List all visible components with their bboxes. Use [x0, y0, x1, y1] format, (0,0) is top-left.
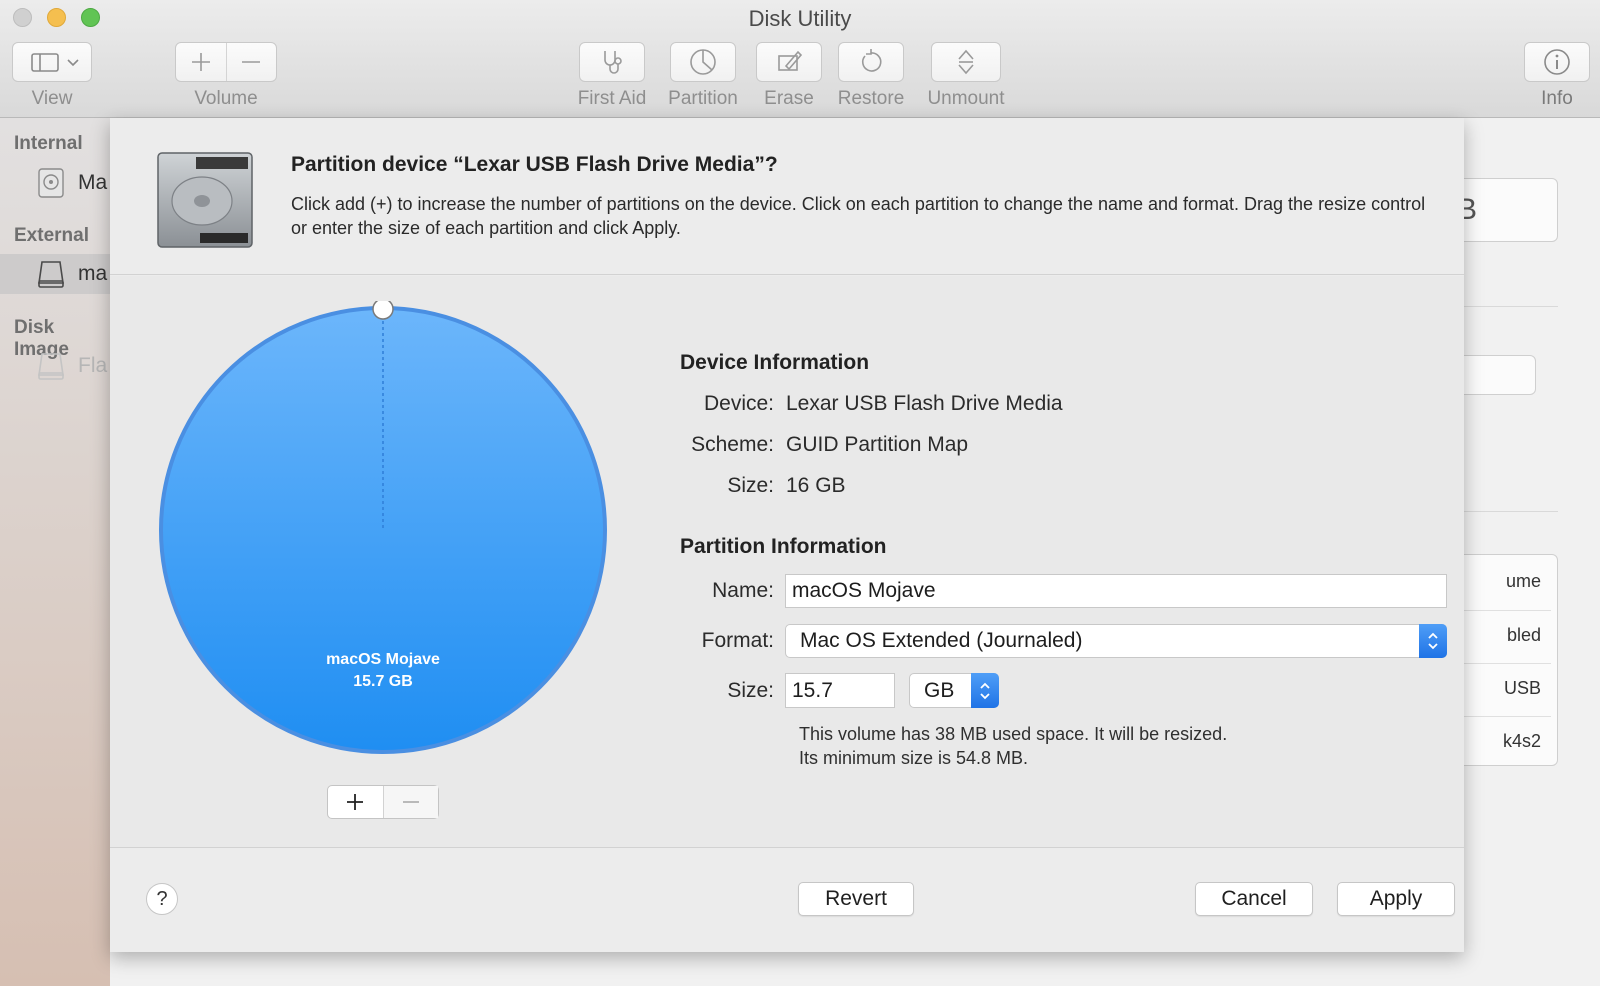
device-size-label: Size: — [727, 474, 774, 497]
restore-arrow-icon — [861, 49, 882, 72]
view-label: View — [31, 88, 73, 109]
stethoscope-icon — [604, 51, 622, 74]
dialog-description: Click add (+) to increase the number of … — [291, 194, 1426, 238]
resize-handle[interactable] — [372, 298, 394, 320]
partition-info-heading: Partition Information — [680, 535, 887, 558]
toolbar: Disk Utility View Volume First Aid Parti… — [0, 0, 1600, 118]
view-button[interactable] — [12, 42, 92, 82]
partition-button[interactable] — [670, 42, 736, 82]
background-row-text: k4s2 — [1502, 731, 1541, 751]
external-drive-icon — [38, 261, 64, 288]
format-popup[interactable]: Mac OS Extended (Journaled) — [785, 624, 1447, 658]
help-button[interactable]: ? — [146, 883, 178, 915]
restore-button[interactable] — [838, 42, 904, 82]
restore-label: Restore — [837, 88, 905, 109]
info-label: Info — [1541, 88, 1573, 109]
erase-button[interactable] — [756, 42, 822, 82]
plus-icon — [347, 794, 364, 810]
scheme-value: GUID Partition Map — [786, 433, 969, 456]
background-row-text: ume — [1505, 571, 1541, 591]
dialog-title: Partition device “Lexar USB Flash Drive … — [291, 153, 778, 176]
hard-drive-icon — [38, 168, 64, 198]
disk-image-icon — [38, 353, 64, 380]
unmount-button[interactable] — [931, 42, 1001, 82]
sidebar-item-label: Ma — [78, 171, 108, 194]
background-row-text: USB — [1503, 678, 1541, 698]
apply-button[interactable]: Apply — [1337, 882, 1455, 916]
popup-arrows-icon — [1419, 624, 1447, 658]
background-row-text: bled — [1506, 625, 1541, 645]
partition-format-label: Format: — [701, 629, 774, 652]
dialog-header: Partition device “Lexar USB Flash Drive … — [110, 118, 1464, 275]
partition-size-field[interactable]: 15.7 — [785, 673, 895, 708]
partition-name-field[interactable]: macOS Mojave — [785, 574, 1447, 608]
partition-add-remove-buttons — [327, 785, 439, 819]
device-info-heading: Device Information — [680, 351, 870, 374]
sidebar-item-disk-image[interactable]: Fla — [0, 346, 110, 386]
sidebar: Internal Ma External ma Disk Image Fla — [0, 118, 110, 986]
resize-note-line1: This volume has 38 MB used space. It wil… — [799, 724, 1228, 744]
pie-partition-size: 15.7 GB — [353, 673, 413, 690]
info-button[interactable] — [1524, 42, 1590, 82]
unmount-label: Unmount — [927, 88, 1005, 109]
first-aid-button[interactable] — [579, 42, 645, 82]
remove-volume-button[interactable] — [227, 43, 277, 81]
scheme-label: Scheme: — [691, 433, 774, 456]
sidebar-item-internal-disk[interactable]: Ma — [0, 163, 110, 203]
size-unit-value: GB — [924, 678, 955, 702]
partition-pie-chart[interactable]: macOS Mojave 15.7 GB — [156, 298, 610, 755]
volume-label: Volume — [194, 88, 258, 109]
partition-name-label: Name: — [712, 579, 774, 602]
sidebar-item-external-disk[interactable]: ma — [0, 254, 110, 294]
device-size-value: 16 GB — [786, 474, 846, 497]
cancel-button[interactable]: Cancel — [1195, 882, 1313, 916]
minus-icon — [242, 61, 261, 63]
partition-label: Partition — [668, 88, 738, 109]
erase-label: Erase — [764, 88, 814, 109]
pie-partition-name: macOS Mojave — [326, 651, 440, 668]
plus-icon — [191, 53, 210, 71]
device-value: Lexar USB Flash Drive Media — [786, 392, 1063, 415]
dialog-footer: ? Revert Cancel Apply — [110, 847, 1464, 952]
partition-size-label: Size: — [727, 679, 774, 702]
resize-note-line2: Its minimum size is 54.8 MB. — [799, 748, 1029, 768]
sidebar-item-label: ma — [78, 262, 108, 285]
info-icon — [1544, 49, 1570, 75]
minus-icon — [402, 801, 419, 803]
sidebar-icon — [31, 53, 79, 72]
sidebar-heading-external: External — [14, 225, 89, 246]
partition-dialog: Partition device “Lexar USB Flash Drive … — [110, 118, 1464, 952]
pie-chart-icon — [690, 49, 716, 75]
add-volume-button[interactable] — [176, 43, 226, 81]
remove-partition-button[interactable] — [382, 786, 438, 818]
sidebar-item-label: Fla — [78, 354, 108, 377]
size-unit-popup[interactable]: GB — [909, 673, 999, 708]
window-title: Disk Utility — [748, 6, 852, 31]
volume-buttons — [175, 42, 277, 82]
hard-drive-icon — [157, 152, 253, 248]
device-label: Device: — [703, 392, 774, 415]
popup-arrows-icon — [971, 673, 999, 708]
revert-button[interactable]: Revert — [798, 882, 914, 916]
eraser-icon — [778, 50, 803, 71]
format-popup-value: Mac OS Extended (Journaled) — [800, 629, 1083, 652]
first-aid-label: First Aid — [577, 88, 647, 109]
eject-icon — [958, 49, 974, 75]
add-partition-button[interactable] — [328, 786, 383, 818]
sidebar-heading-internal: Internal — [14, 133, 83, 154]
